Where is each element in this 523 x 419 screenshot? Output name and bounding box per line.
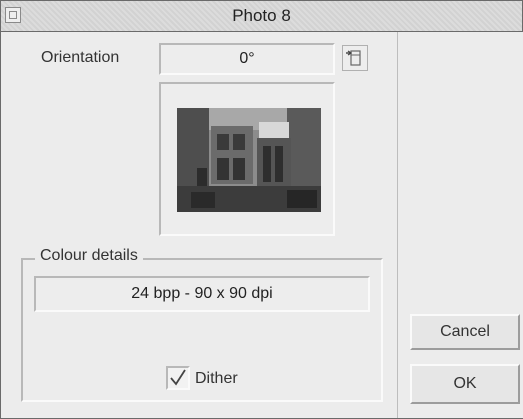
colour-info-field: 24 bpp - 90 x 90 dpi — [34, 276, 370, 312]
rotate-button[interactable] — [342, 45, 368, 71]
preview-frame — [159, 82, 335, 236]
photo-dialog-window: Photo 8 Orientation 0° Colour details 24… — [0, 0, 523, 419]
dither-label[interactable]: Dither — [195, 370, 238, 388]
dither-checkbox[interactable] — [166, 366, 190, 390]
rotate-icon — [346, 50, 361, 66]
window-title: Photo 8 — [232, 6, 291, 25]
orientation-label: Orientation — [41, 49, 120, 66]
orientation-value-field: 0° — [159, 43, 335, 75]
check-icon — [170, 369, 186, 386]
button-pane — [397, 32, 523, 418]
title-bar[interactable]: Photo 8 — [1, 1, 522, 32]
cancel-button[interactable]: Cancel — [410, 314, 520, 350]
ok-button[interactable]: OK — [410, 364, 520, 404]
photo-thumbnail — [177, 108, 321, 212]
colour-details-title: Colour details — [35, 247, 143, 265]
